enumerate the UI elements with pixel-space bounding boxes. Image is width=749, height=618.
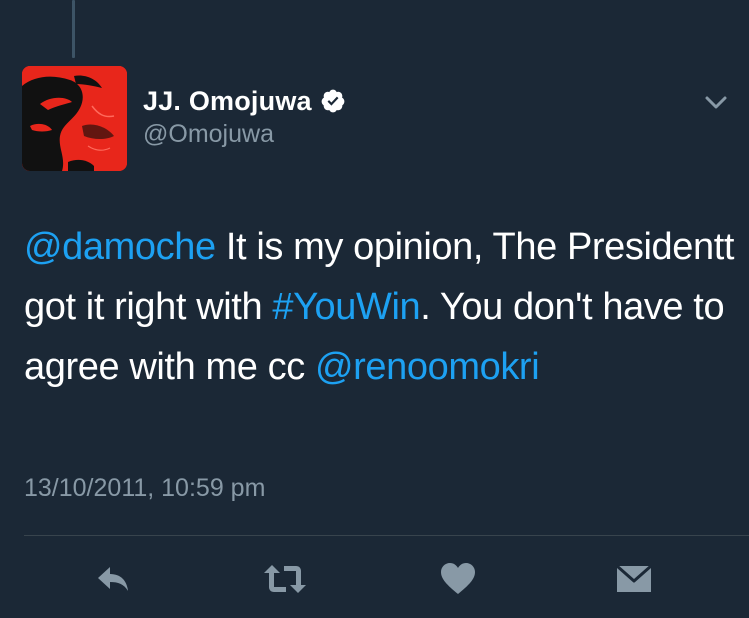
hashtag-link[interactable]: #YouWin <box>272 286 420 328</box>
divider <box>24 535 749 536</box>
avatar[interactable] <box>22 66 127 171</box>
reply-icon <box>94 561 134 597</box>
tweet-actions-bar <box>0 555 749 605</box>
reply-button[interactable] <box>92 559 136 599</box>
author-handle[interactable]: @Omojuwa <box>143 120 274 149</box>
author-name-row[interactable]: JJ. Omojuwa <box>143 82 346 120</box>
chevron-down-icon[interactable] <box>700 88 732 116</box>
mention-link[interactable]: @damoche <box>24 226 216 268</box>
tweet-detail-view: JJ. Omojuwa @Omojuwa @damoche It is my o… <box>0 0 749 618</box>
like-button[interactable] <box>436 559 480 599</box>
author-name[interactable]: JJ. Omojuwa <box>143 86 312 117</box>
verified-badge-icon <box>320 88 346 114</box>
direct-message-icon <box>614 561 654 597</box>
tweet-text: @damoche It is my opinion, The President… <box>24 217 739 397</box>
tweet-timestamp[interactable]: 13/10/2011, 10:59 pm <box>24 474 265 503</box>
mention-link[interactable]: @renoomokri <box>315 346 540 388</box>
retweet-icon <box>262 561 308 597</box>
thread-connector-line <box>72 0 75 58</box>
direct-message-button[interactable] <box>612 559 656 599</box>
avatar-image <box>22 66 127 171</box>
heart-icon <box>439 561 477 597</box>
retweet-button[interactable] <box>263 559 307 599</box>
